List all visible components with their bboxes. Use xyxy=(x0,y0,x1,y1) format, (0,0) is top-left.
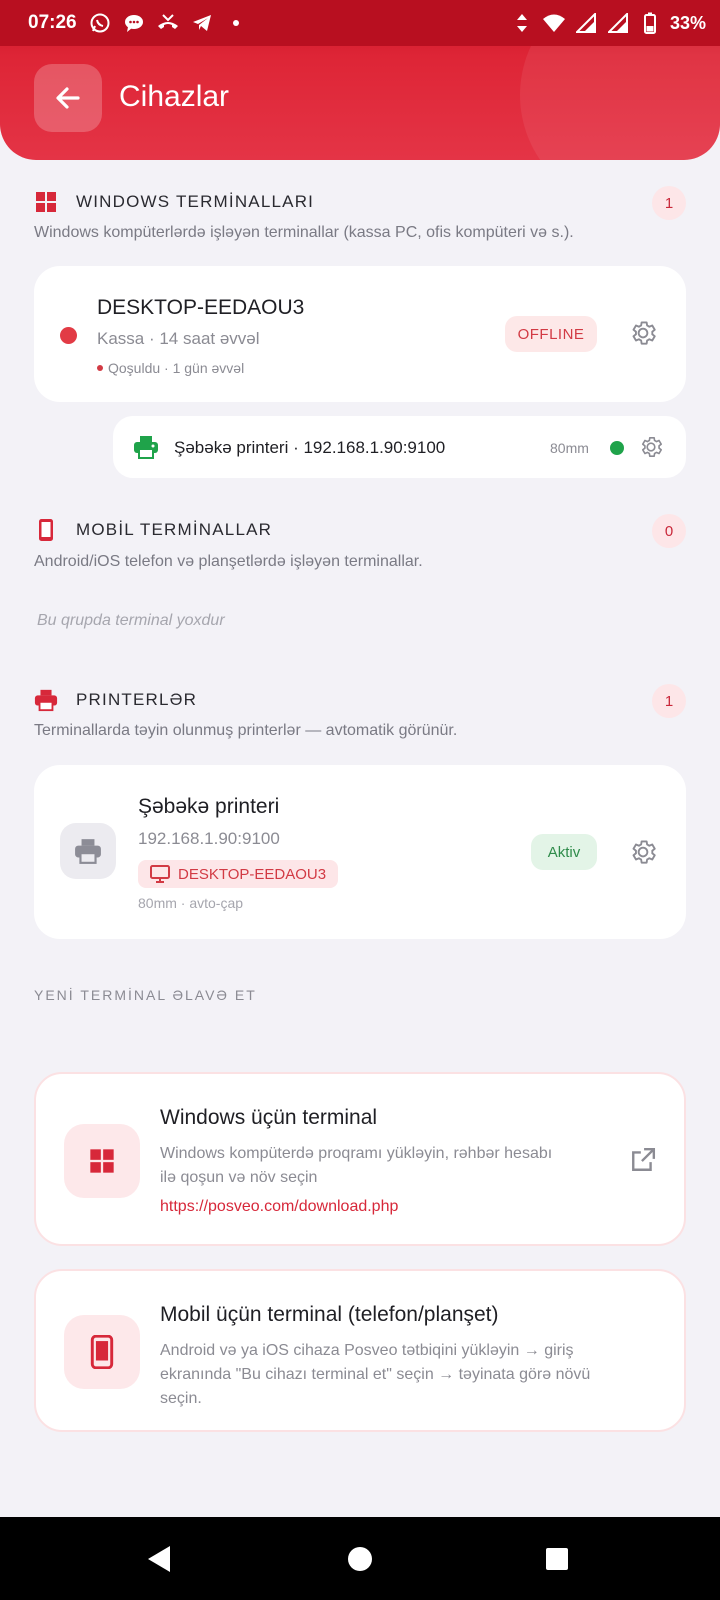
nav-recents-icon[interactable] xyxy=(545,1547,569,1571)
printer-meta: 80mm · avto-çap xyxy=(138,895,244,911)
section-description: Terminallarda təyin olunmuş printerlər —… xyxy=(34,722,458,739)
gear-icon[interactable] xyxy=(628,837,658,867)
add-section-title: YENİ TERMİNAL ƏLAVƏ ET xyxy=(34,987,257,1003)
empty-state: Bu qrupda terminal yoxdur xyxy=(37,612,225,629)
printer-icon xyxy=(75,839,101,864)
offline-status-dot xyxy=(60,327,77,344)
connected-label: Qoşuldu · 1 gün əvvəl xyxy=(108,360,245,376)
telegram-icon xyxy=(190,12,214,34)
back-button[interactable] xyxy=(34,64,102,132)
paper-size: 80mm xyxy=(550,440,589,456)
section-description: Windows kompüterlərdə işləyən terminalla… xyxy=(34,224,574,241)
card-description: Android və ya iOS cihaza Posveo tətbiqin… xyxy=(160,1339,590,1411)
status-badge: OFFLINE xyxy=(505,316,597,352)
missed-call-icon xyxy=(156,12,180,34)
section-title: MOBİL TERMİNALLAR xyxy=(76,520,273,539)
card-description-line: Windows kompüterdə proqramı yükləyin, rə… xyxy=(160,1145,553,1162)
printer-name: Şəbəkə printeri xyxy=(138,795,280,818)
count-badge: 1 xyxy=(652,186,686,220)
printer-address: 192.168.1.90:9100 xyxy=(138,829,280,848)
terminal-name: DESKTOP-EEDAOU3 xyxy=(97,296,305,319)
gear-icon[interactable] xyxy=(628,318,658,348)
dot-icon xyxy=(224,12,248,34)
printer-icon xyxy=(134,436,158,459)
nav-home-icon[interactable] xyxy=(347,1546,373,1572)
windows-terminal-card[interactable]: Windows üçün terminal Windows kompüterdə… xyxy=(34,1072,686,1246)
card-title: Windows üçün terminal xyxy=(160,1106,378,1129)
chat-icon xyxy=(122,12,146,34)
mobile-section-header: MOBİL TERMİNALLAR 0 xyxy=(34,512,686,552)
section-title: PRINTERLƏR xyxy=(76,690,198,709)
battery-icon xyxy=(638,12,662,34)
printer-avatar xyxy=(60,823,116,879)
gear-icon[interactable] xyxy=(638,434,664,460)
count-badge: 0 xyxy=(652,514,686,548)
windows-icon-box xyxy=(64,1124,140,1198)
connected-dot-icon xyxy=(97,365,103,371)
battery-percent: 33% xyxy=(669,12,706,33)
section-title: WINDOWS TERMİNALLARI xyxy=(76,192,315,211)
windows-icon xyxy=(90,1149,114,1173)
card-title: Mobil üçün terminal (telefon/planşet) xyxy=(160,1303,499,1326)
printer-icon xyxy=(34,689,58,712)
page-title: Cihazlar xyxy=(119,80,230,113)
card-description-line: ekranında "Bu cihazı terminal et" seçin … xyxy=(160,1366,591,1383)
online-status-dot xyxy=(610,441,624,455)
arrow-left-icon xyxy=(56,87,80,109)
status-time: 07:26 xyxy=(28,12,77,33)
card-description-line: ilə qoşun və növ seçin xyxy=(160,1169,318,1186)
windows-section-header: WINDOWS TERMİNALLARI 1 xyxy=(34,184,686,224)
signal-icon xyxy=(574,12,598,34)
notification-icons xyxy=(88,12,248,34)
system-icons: 33% xyxy=(510,12,706,34)
nav-back-icon[interactable] xyxy=(146,1544,172,1574)
mobile-terminal-card[interactable]: Mobil üçün terminal (telefon/planşet) An… xyxy=(34,1269,686,1432)
external-link-icon[interactable] xyxy=(630,1147,656,1173)
smartphone-icon-box xyxy=(64,1315,140,1389)
windows-icon xyxy=(36,192,56,212)
terminal-connected: Qoşuldu · 1 gün əvvəl xyxy=(97,360,244,376)
terminal-chip-label: DESKTOP-EEDAOU3 xyxy=(178,865,327,883)
status-bar: 07:26 33% xyxy=(0,0,720,46)
signal-icon xyxy=(606,12,630,34)
status-badge: Aktiv xyxy=(531,834,597,870)
smartphone-icon xyxy=(90,1335,114,1369)
terminal-subtitle: Kassa · 14 saat əvvəl xyxy=(97,329,260,348)
monitor-icon xyxy=(150,865,170,883)
whatsapp-icon xyxy=(88,12,112,34)
wifi-icon xyxy=(542,12,566,34)
card-description: Windows kompüterdə proqramı yükləyin, rə… xyxy=(160,1142,552,1190)
printers-section-header: PRINTERLƏR 1 xyxy=(34,682,686,722)
count-badge: 1 xyxy=(652,684,686,718)
terminal-chip: DESKTOP-EEDAOU3 xyxy=(138,860,339,888)
smartphone-icon xyxy=(39,519,53,541)
system-nav-bar xyxy=(0,1517,720,1600)
section-description: Android/iOS telefon və planşetlərdə işlə… xyxy=(34,553,423,570)
printer-label: Şəbəkə printeri · 192.168.1.90:9100 xyxy=(174,438,446,457)
download-link[interactable]: https://posveo.com/download.php xyxy=(160,1198,398,1216)
card-description-line: Android və ya iOS cihaza Posveo tətbiqin… xyxy=(160,1342,574,1359)
terminal-printer-row[interactable]: Şəbəkə printeri · 192.168.1.90:9100 80mm xyxy=(113,416,686,478)
card-description-line: seçin. xyxy=(160,1390,202,1407)
data-arrows-icon xyxy=(510,12,534,34)
